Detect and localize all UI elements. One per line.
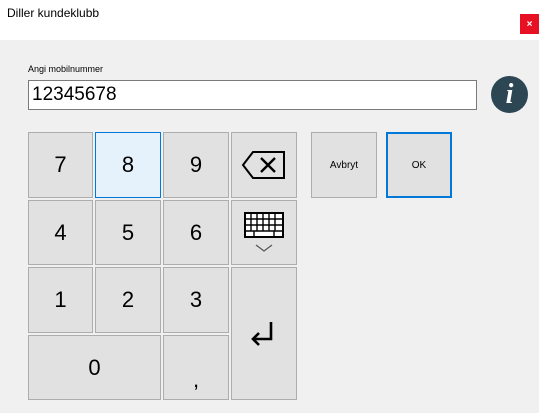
key-2[interactable]: 2 — [95, 267, 161, 333]
key-4[interactable]: 4 — [28, 200, 93, 265]
enter-icon — [251, 321, 273, 346]
info-button[interactable]: i — [491, 76, 528, 113]
key-5[interactable]: 5 — [95, 200, 161, 265]
backspace-button[interactable] — [231, 132, 297, 198]
key-7[interactable]: 7 — [28, 132, 93, 198]
phone-label: Angi mobilnummer — [28, 64, 104, 74]
close-button[interactable]: × — [520, 14, 539, 34]
key-3[interactable]: 3 — [163, 267, 229, 333]
key-9[interactable]: 9 — [163, 132, 229, 198]
key-8[interactable]: 8 — [95, 132, 161, 198]
keyboard-icon — [244, 211, 284, 252]
key-0[interactable]: 0 — [28, 335, 161, 400]
phone-input[interactable] — [28, 80, 477, 110]
key-1[interactable]: 1 — [28, 267, 93, 333]
enter-button[interactable] — [231, 267, 297, 400]
backspace-icon — [241, 151, 285, 179]
close-icon: × — [526, 18, 533, 30]
cancel-button[interactable]: Avbryt — [311, 132, 377, 198]
key-6[interactable]: 6 — [163, 200, 229, 265]
info-icon: i — [505, 78, 514, 110]
key-comma[interactable]: , — [163, 335, 229, 400]
ok-button[interactable]: OK — [386, 132, 452, 198]
window-title: Diller kundeklubb — [7, 6, 100, 20]
title-bar: Diller kundeklubb × — [0, 0, 539, 40]
keyboard-toggle-button[interactable] — [231, 200, 297, 265]
